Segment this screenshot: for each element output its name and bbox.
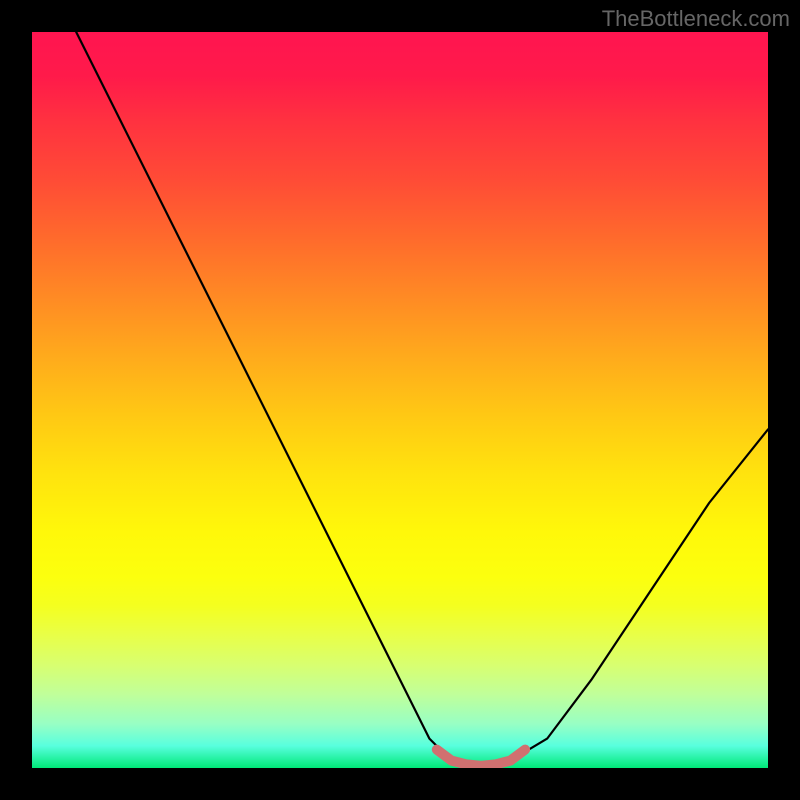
chart-frame: TheBottleneck.com <box>0 0 800 800</box>
series-bottleneck-curve <box>76 32 768 764</box>
series-solution-band <box>437 750 525 766</box>
plot-area <box>32 32 768 768</box>
chart-svg <box>32 32 768 768</box>
watermark-text: TheBottleneck.com <box>602 6 790 32</box>
